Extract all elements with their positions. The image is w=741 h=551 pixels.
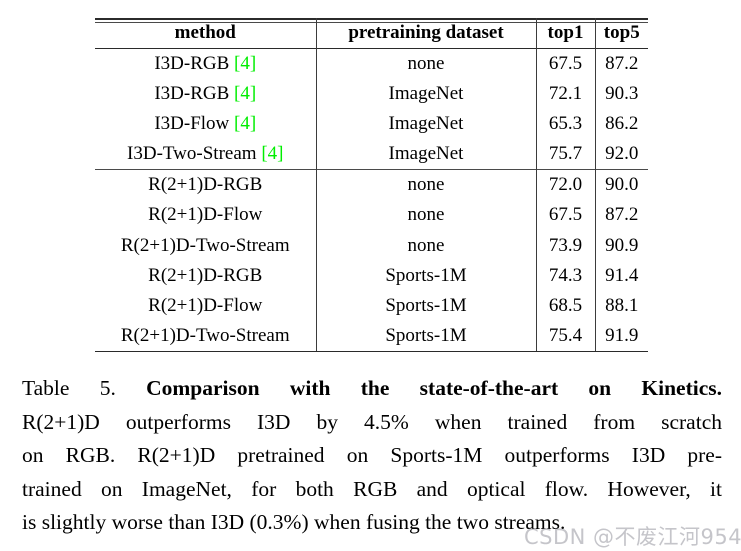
table-row: I3D-Two-Stream [4] ImageNet 75.7 92.0 (95, 139, 648, 170)
caption-title-period: . (716, 376, 722, 400)
cell-pretraining-dataset: ImageNet (315, 139, 536, 170)
table-row: R(2+1)D-RGB Sports-1M 74.3 91.4 (95, 260, 648, 291)
cell-pretraining-dataset: ImageNet (315, 109, 536, 140)
cell-top1: 72.1 (535, 79, 595, 110)
results-table-container: method pretraining dataset top1 top5 I3D… (95, 18, 648, 352)
column-header-top1: top1 (535, 18, 595, 49)
cell-top5: 91.9 (594, 320, 648, 352)
cell-method: R(2+1)D-Flow (95, 200, 316, 230)
cell-method: I3D-Flow [4] (95, 109, 316, 139)
method-label: I3D-RGB (154, 83, 230, 105)
table-header: method pretraining dataset top1 top5 (95, 18, 648, 49)
cell-pretraining-dataset: none (315, 48, 536, 80)
cell-top1: 75.4 (535, 320, 595, 352)
cell-pretraining-dataset: none (315, 169, 536, 201)
cell-method: R(2+1)D-RGB (95, 169, 316, 201)
cell-top1: 65.3 (535, 109, 595, 140)
table-row: R(2+1)D-RGB none 72.0 90.0 (95, 169, 648, 201)
cell-top5: 87.2 (594, 200, 648, 231)
method-label: R(2+1)D-Flow (148, 294, 263, 316)
caption-line-1: Table 5. Comparison with the state-of-th… (22, 372, 722, 406)
column-header-top5: top5 (594, 18, 648, 49)
method-label: R(2+1)D-Flow (148, 204, 263, 226)
table-row: R(2+1)D-Flow Sports-1M 68.5 88.1 (95, 290, 648, 321)
method-label: I3D-Two-Stream (127, 143, 257, 165)
table-row: I3D-RGB [4] ImageNet 72.1 90.3 (95, 79, 648, 110)
cell-top1: 67.5 (535, 48, 595, 80)
cell-method: I3D-RGB [4] (95, 48, 316, 80)
table-row: R(2+1)D-Two-Stream Sports-1M 75.4 91.9 (95, 320, 648, 352)
cell-top1: 73.9 (535, 230, 595, 261)
method-label: R(2+1)D-Two-Stream (120, 324, 290, 346)
results-table: method pretraining dataset top1 top5 I3D… (95, 18, 648, 352)
column-header-pretraining-dataset: pretraining dataset (315, 18, 536, 49)
table-row: I3D-RGB [4] none 67.5 87.2 (95, 48, 648, 80)
cell-top5: 90.9 (594, 230, 648, 261)
cell-top5: 86.2 (594, 109, 648, 140)
cell-top5: 91.4 (594, 260, 648, 291)
method-label: R(2+1)D-RGB (148, 264, 263, 286)
table-caption: Table 5. Comparison with the state-of-th… (22, 372, 722, 540)
caption-line-2: R(2+1)D outperforms I3D by 4.5% when tra… (22, 409, 722, 434)
table-row: R(2+1)D-Flow none 67.5 87.2 (95, 200, 648, 231)
caption-label: Table 5. (22, 376, 116, 400)
method-label: R(2+1)D-RGB (148, 174, 263, 196)
method-label: I3D-Flow (154, 113, 230, 135)
column-header-method: method (174, 22, 236, 43)
cell-top5: 88.1 (594, 290, 648, 321)
cell-method: I3D-RGB [4] (95, 79, 316, 109)
cell-top1: 67.5 (535, 200, 595, 231)
caption-line-5: is slightly worse than I3D (0.3%) when f… (22, 510, 566, 534)
table-row: I3D-Flow [4] ImageNet 65.3 86.2 (95, 109, 648, 140)
citation-link[interactable]: [4] (261, 143, 283, 164)
cell-top5: 87.2 (594, 48, 648, 80)
cell-method: R(2+1)D-Two-Stream (95, 320, 316, 352)
cell-method: R(2+1)D-Two-Stream (95, 231, 316, 261)
table-row: R(2+1)D-Two-Stream none 73.9 90.9 (95, 230, 648, 261)
cell-top5: 90.0 (594, 169, 648, 201)
citation-link[interactable]: [4] (234, 53, 256, 74)
caption-title: Comparison with the state-of-the-art on … (146, 376, 717, 400)
method-label: I3D-RGB (154, 53, 230, 75)
cell-top1: 68.5 (535, 290, 595, 321)
cell-pretraining-dataset: Sports-1M (315, 320, 536, 352)
citation-link[interactable]: [4] (234, 83, 256, 104)
cell-pretraining-dataset: none (315, 200, 536, 231)
cell-pretraining-dataset: none (315, 230, 536, 261)
table-body: I3D-RGB [4] none 67.5 87.2 I3D-RGB [4] ImageN… (95, 48, 648, 352)
cell-top1: 74.3 (535, 260, 595, 291)
cell-pretraining-dataset: Sports-1M (315, 290, 536, 321)
caption-line-3: on RGB. R(2+1)D pretrained on Sports-1M … (22, 443, 722, 467)
cell-top5: 90.3 (594, 79, 648, 110)
caption-line-4: trained on ImageNet, for both RGB and op… (22, 476, 722, 501)
table-header-row: method pretraining dataset top1 top5 (95, 18, 648, 49)
cell-top1: 75.7 (535, 139, 595, 170)
cell-method: R(2+1)D-Flow (95, 291, 316, 321)
method-label: R(2+1)D-Two-Stream (120, 234, 290, 256)
cell-method: R(2+1)D-RGB (95, 261, 316, 291)
cell-method: I3D-Two-Stream [4] (95, 139, 316, 170)
cell-pretraining-dataset: Sports-1M (315, 260, 536, 291)
cell-pretraining-dataset: ImageNet (315, 79, 536, 110)
citation-link[interactable]: [4] (234, 113, 256, 134)
cell-top1: 72.0 (535, 169, 595, 201)
cell-top5: 92.0 (594, 139, 648, 170)
